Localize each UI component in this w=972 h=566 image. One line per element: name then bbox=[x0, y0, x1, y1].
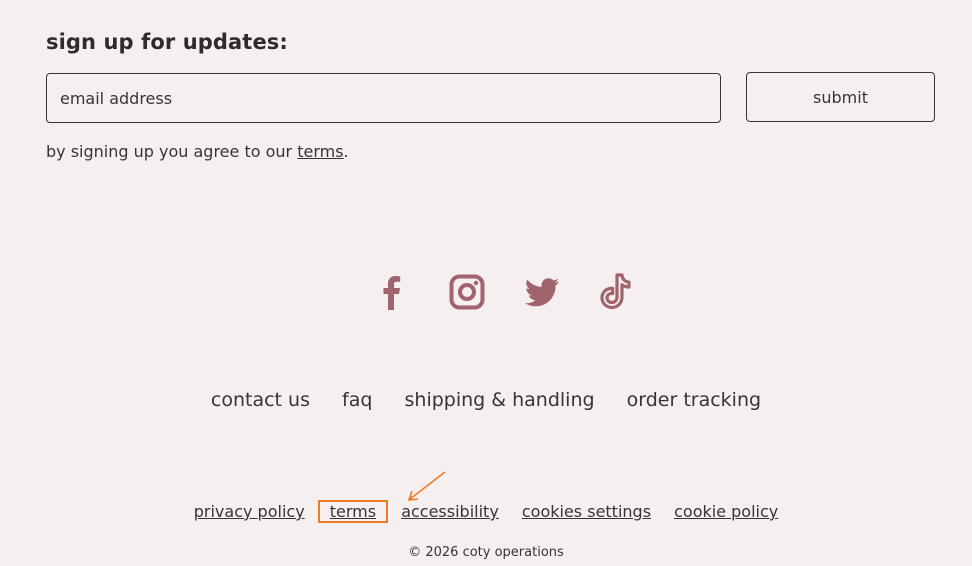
tiktok-link[interactable] bbox=[596, 272, 636, 312]
shipping-handling-link[interactable]: shipping & handling bbox=[405, 389, 595, 411]
copyright: © 2026 coty operations bbox=[408, 545, 564, 560]
cookie-policy-link[interactable]: cookie policy bbox=[674, 502, 778, 521]
agreement-terms-link[interactable]: terms bbox=[297, 142, 343, 161]
terms-link[interactable]: terms bbox=[317, 500, 389, 523]
annotation-arrow-icon bbox=[407, 471, 446, 501]
facebook-icon bbox=[383, 276, 401, 310]
twitter-link[interactable] bbox=[522, 272, 562, 312]
privacy-policy-link[interactable]: privacy policy bbox=[194, 502, 305, 521]
agreement-text: by signing up you agree to our bbox=[46, 142, 293, 161]
social-links bbox=[372, 272, 636, 312]
cookies-settings-link[interactable]: cookies settings bbox=[522, 502, 651, 521]
footer-page: sign up for updates: submit by signing u… bbox=[0, 0, 972, 566]
agreement-period: . bbox=[343, 142, 349, 161]
twitter-icon bbox=[525, 278, 559, 307]
email-field[interactable] bbox=[46, 73, 721, 123]
contact-us-link[interactable]: contact us bbox=[211, 389, 310, 411]
legal-links: privacy policy terms accessibility cooki… bbox=[0, 500, 972, 523]
tiktok-icon bbox=[600, 273, 631, 310]
main-footer-links: contact us faq shipping & handling order… bbox=[0, 389, 972, 411]
signup-agreement: by signing up you agree to our terms. bbox=[46, 142, 349, 161]
submit-button[interactable]: submit bbox=[746, 72, 935, 122]
facebook-link[interactable] bbox=[372, 272, 412, 312]
accessibility-link[interactable]: accessibility bbox=[401, 502, 499, 521]
signup-title: sign up for updates: bbox=[46, 30, 288, 54]
order-tracking-link[interactable]: order tracking bbox=[627, 389, 761, 411]
instagram-icon bbox=[449, 274, 485, 310]
faq-link[interactable]: faq bbox=[342, 389, 372, 411]
instagram-link[interactable] bbox=[447, 272, 487, 312]
